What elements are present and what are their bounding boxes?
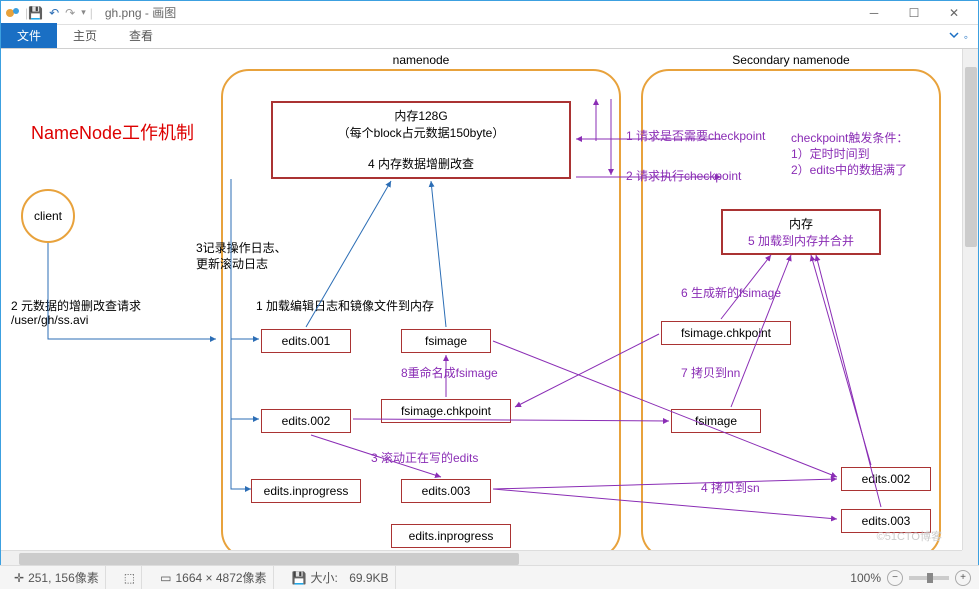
- step-rename-label: 8重命名成fsimage: [401, 364, 498, 381]
- canvas[interactable]: NameNode工作机制 client namenode Secondary n…: [1, 49, 962, 550]
- window-controls: ─ ☐ ✕: [854, 1, 974, 25]
- zoom-controls: 100% − +: [850, 570, 971, 586]
- minimize-button[interactable]: ─: [854, 1, 894, 25]
- step-load-label: 1 加载编辑日志和镜像文件到内存: [256, 297, 434, 314]
- watermark: ©51CTO博客: [877, 528, 942, 544]
- edits003-box: edits.003: [401, 479, 491, 503]
- scroll-corner: [962, 550, 978, 566]
- step-gen-label: 6 生成新的fsimage: [681, 284, 781, 301]
- step-roll-label: 3 滚动正在写的edits: [371, 449, 478, 466]
- zoom-slider[interactable]: [909, 576, 949, 580]
- step2-label: 2 请求执行checkpoint: [626, 167, 741, 184]
- edits002-box: edits.002: [261, 409, 351, 433]
- step-req-label: 2 元数据的增删改查请求: [11, 297, 141, 314]
- fsimage-chkpoint-box: fsimage.chkpoint: [381, 399, 511, 423]
- namenode-memory-box: 内存128G （每个block占元数据150byte） 4 内存数据增删改查: [271, 101, 571, 179]
- scrollbar-thumb[interactable]: [965, 67, 977, 247]
- step-copy-sn-label: 4 拷贝到sn: [701, 479, 760, 496]
- edits-inprogress-box: edits.inprogress: [251, 479, 361, 503]
- diagram: NameNode工作机制 client namenode Secondary n…: [1, 49, 962, 550]
- tab-view[interactable]: 查看: [113, 23, 169, 48]
- maximize-button[interactable]: ☐: [894, 1, 934, 25]
- selection-size: ⬚: [118, 566, 142, 589]
- title-bar: | 💾 ↶ ↷ ▾ | gh.png - 画图 ─ ☐ ✕: [1, 1, 978, 25]
- trigger-label-2: 1）定时时间到: [791, 145, 870, 162]
- help-dropdown-icon[interactable]: ◦: [938, 25, 978, 48]
- vertical-scrollbar[interactable]: [962, 49, 978, 550]
- step3-label-2: 更新滚动日志: [196, 255, 268, 272]
- window-title: gh.png - 画图: [105, 4, 176, 21]
- step3-label-1: 3记录操作日志、: [196, 239, 287, 256]
- tab-file[interactable]: 文件: [1, 23, 57, 48]
- fsimage-box: fsimage: [401, 329, 491, 353]
- status-bar: ✛ 251, 156像素 ⬚ ▭ 1664 × 4872像素 💾 大小: 69.…: [0, 565, 979, 589]
- step-copy-nn-label: 7 拷贝到nn: [681, 364, 740, 381]
- qat-divider: |: [90, 6, 93, 20]
- save-icon[interactable]: 💾: [28, 6, 43, 20]
- trigger-label-1: checkpoint触发条件：: [791, 129, 908, 146]
- ribbon-tabs: 文件 主页 查看 ◦: [1, 25, 978, 49]
- canvas-dimensions: ▭ 1664 × 4872像素: [154, 566, 273, 589]
- secondary-namenode-label: Secondary namenode: [732, 53, 849, 67]
- quick-access-toolbar: 💾 ↶ ↷ ▾: [28, 6, 86, 20]
- snn-fsimage-box: fsimage: [671, 409, 761, 433]
- qat-dropdown-icon[interactable]: ▾: [81, 7, 86, 18]
- edits001-box: edits.001: [261, 329, 351, 353]
- canvas-viewport: NameNode工作机制 client namenode Secondary n…: [1, 49, 978, 566]
- snn-fsimage-chkpoint-box: fsimage.chkpoint: [661, 321, 791, 345]
- secondary-memory-box: 内存 5 加载到内存并合并: [721, 209, 881, 255]
- crosshair-icon: ✛: [14, 571, 24, 585]
- undo-icon[interactable]: ↶: [49, 6, 59, 20]
- snn-edits002-box: edits.002: [841, 467, 931, 491]
- step-req-path-label: /user/gh/ss.avi: [11, 313, 88, 327]
- file-size: 💾 大小: 69.9KB: [286, 566, 396, 589]
- selection-icon: ⬚: [124, 571, 135, 585]
- zoom-in-button[interactable]: +: [955, 570, 971, 586]
- scrollbar-thumb[interactable]: [19, 553, 519, 565]
- namenode-label: namenode: [393, 53, 450, 67]
- trigger-label-3: 2）edits中的数据满了: [791, 161, 907, 178]
- close-button[interactable]: ✕: [934, 1, 974, 25]
- cursor-position: ✛ 251, 156像素: [8, 566, 106, 589]
- diagram-title: NameNode工作机制: [31, 119, 194, 145]
- disk-icon: 💾: [292, 571, 307, 585]
- edits-inprogress2-box: edits.inprogress: [391, 524, 511, 548]
- redo-icon[interactable]: ↷: [65, 6, 75, 20]
- client-node: client: [21, 189, 75, 243]
- dimensions-icon: ▭: [160, 571, 171, 585]
- step1-label: 1 请求是否需要checkpoint: [626, 127, 765, 144]
- tab-home[interactable]: 主页: [57, 23, 113, 48]
- zoom-level: 100%: [850, 571, 881, 585]
- horizontal-scrollbar[interactable]: [1, 550, 962, 566]
- app-icon: [5, 5, 21, 21]
- zoom-out-button[interactable]: −: [887, 570, 903, 586]
